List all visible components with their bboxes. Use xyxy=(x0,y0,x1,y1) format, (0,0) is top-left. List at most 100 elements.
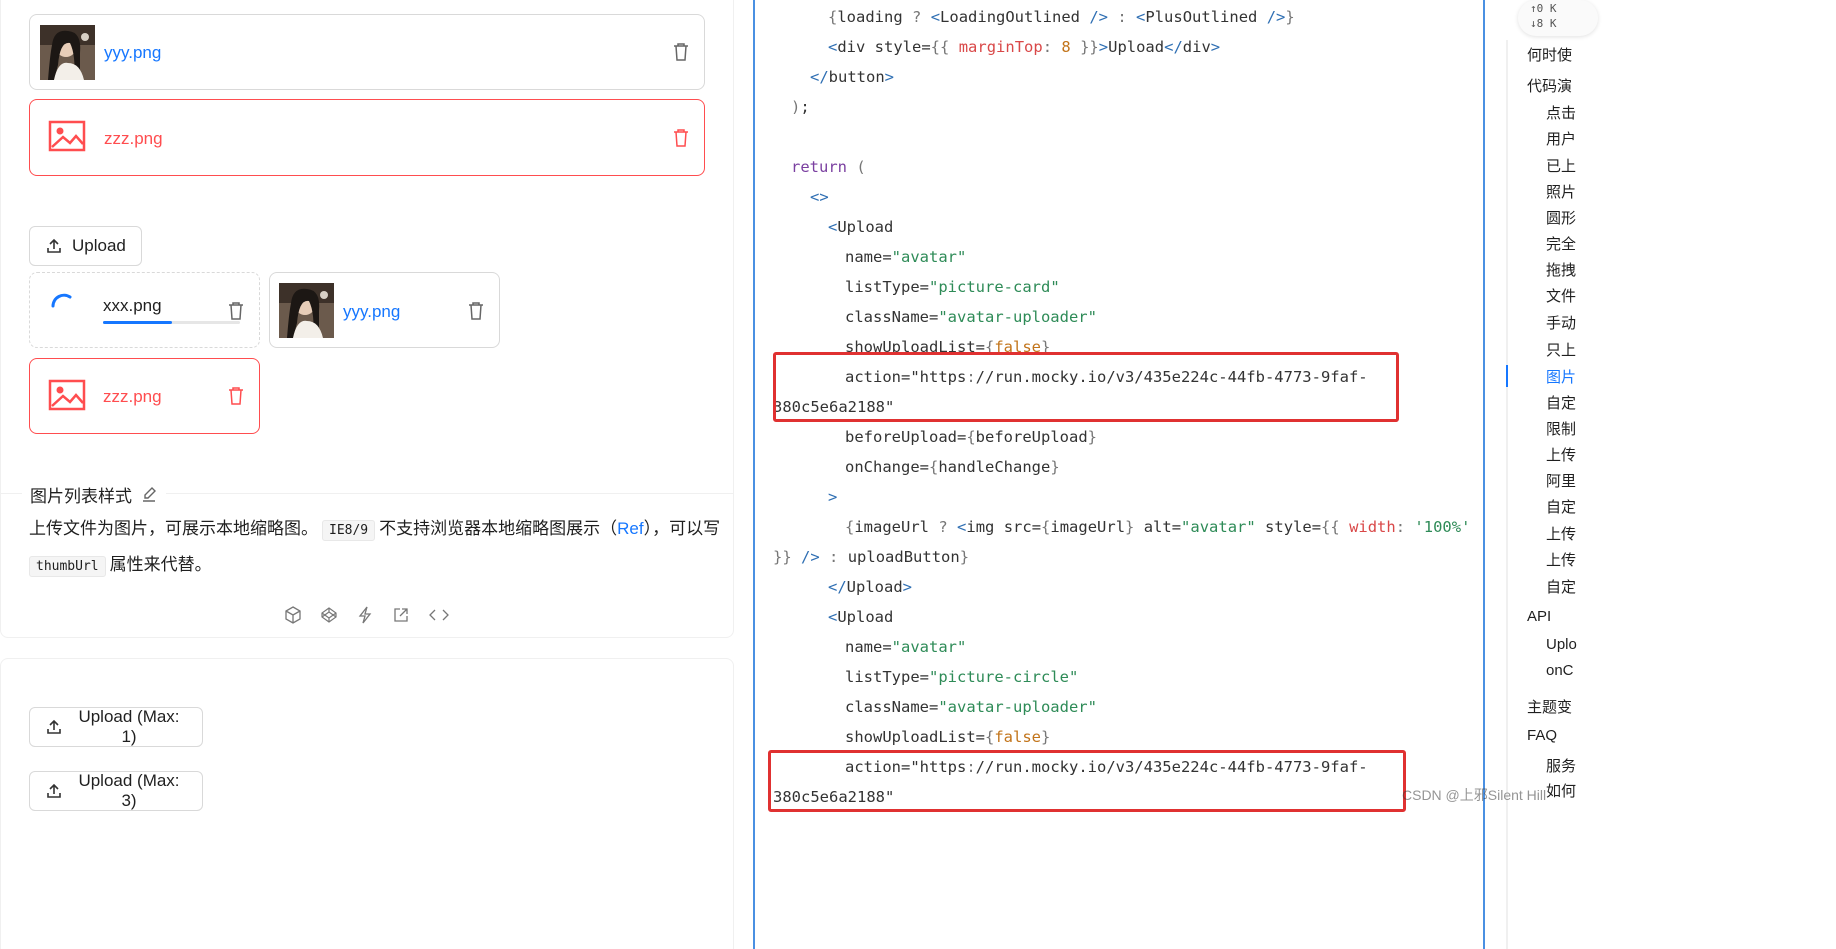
code-line: showUploadList={false} xyxy=(845,728,1051,746)
highlight-box xyxy=(773,352,1399,422)
upload-card-item-done: yyy.png xyxy=(269,272,500,348)
code-line: className="avatar-uploader" xyxy=(845,308,1097,326)
code-line: <Upload xyxy=(828,218,894,236)
anchor-nav-item[interactable]: 手动 xyxy=(1546,312,1576,333)
code-line: listType="picture-circle" xyxy=(845,668,1079,686)
anchor-active-indicator xyxy=(1506,365,1508,387)
demo-column: yyy.png zzz.png Upload xxx.png yyy.png z… xyxy=(0,0,740,949)
code-line: name="avatar" xyxy=(845,248,967,266)
progress-fill xyxy=(103,321,172,324)
anchor-nav-item[interactable]: 上传 xyxy=(1546,549,1576,570)
code-line: className="avatar-uploader" xyxy=(845,698,1097,716)
image-thumbnail[interactable] xyxy=(40,25,95,80)
desc-code: thumbUrl xyxy=(29,556,106,577)
desc-code: IE8/9 xyxy=(322,520,376,541)
ref-link[interactable]: Ref xyxy=(617,519,643,538)
anchor-nav-item[interactable]: Uplo xyxy=(1546,636,1577,653)
code-line: <> xyxy=(810,188,829,206)
anchor-nav: 何时使 代码演 点击 用户 已上 照片 圆形 完全 拖拽 文件 手动 只上 图片 自定 限制 上传 阿里 自定 上传… xyxy=(1506,0,1836,949)
watermark: CSDN @上邪Silent Hill xyxy=(1402,787,1547,803)
anchor-nav-item[interactable]: 代码演 xyxy=(1527,75,1572,96)
anchor-nav-item[interactable]: 主题变 xyxy=(1527,696,1572,717)
code-line: <Upload xyxy=(828,608,894,626)
upload-card-item-error: zzz.png xyxy=(29,358,260,434)
anchor-nav-item[interactable]: 何时使 xyxy=(1527,44,1572,65)
file-name-link[interactable]: yyy.png xyxy=(343,302,400,322)
anchor-nav-item[interactable]: 自定 xyxy=(1546,496,1576,517)
code-line: > xyxy=(828,488,838,506)
anchor-nav-item[interactable]: 已上 xyxy=(1546,155,1576,176)
anchor-rail xyxy=(1506,40,1508,949)
file-name-link[interactable]: zzz.png xyxy=(103,387,162,407)
desc-text: 上传文件为图片，可展示本地缩略图。 xyxy=(29,519,318,538)
section-title-text: 图片列表样式 xyxy=(30,487,132,506)
upload-max-1-button[interactable]: Upload (Max: 1) xyxy=(29,707,203,747)
anchor-nav-item[interactable]: 上传 xyxy=(1546,523,1576,544)
upload-button[interactable]: Upload xyxy=(29,226,142,266)
code-icon[interactable] xyxy=(428,606,449,624)
stackblitz-icon[interactable] xyxy=(356,606,374,624)
anchor-nav-item[interactable]: 限制 xyxy=(1546,418,1576,439)
anchor-nav-item[interactable]: 自定 xyxy=(1546,576,1576,597)
code-line: </Upload> xyxy=(828,578,913,596)
anchor-nav-item[interactable]: 自定 xyxy=(1546,392,1576,413)
edit-icon[interactable] xyxy=(140,486,158,504)
upload-max-3-button[interactable]: Upload (Max: 3) xyxy=(29,771,203,811)
image-thumbnail[interactable] xyxy=(279,283,334,338)
anchor-nav-item[interactable]: 拖拽 xyxy=(1546,259,1576,280)
codepen-icon[interactable] xyxy=(320,606,338,624)
delete-icon[interactable] xyxy=(227,301,247,323)
desc-text: 不支持浏览器本地缩略图展示（ xyxy=(379,519,618,538)
open-external-icon[interactable] xyxy=(392,606,410,624)
code-line: {imageUrl ? <img src={imageUrl} alt="ava… xyxy=(845,518,1471,536)
code-line: {loading ? <LoadingOutlined /> : <PlusOu… xyxy=(828,8,1295,26)
anchor-nav-item[interactable]: 文件 xyxy=(1546,285,1576,306)
anchor-nav-item[interactable]: 只上 xyxy=(1546,339,1576,360)
loading-icon xyxy=(48,291,78,321)
upload-icon xyxy=(47,783,61,798)
upload-list-item-error: zzz.png xyxy=(29,99,705,176)
anchor-nav-item[interactable]: 图片 xyxy=(1546,366,1576,387)
picture-icon xyxy=(48,120,88,156)
anchor-nav-item[interactable]: 上传 xyxy=(1546,444,1576,465)
progress-track xyxy=(103,321,240,324)
delete-icon[interactable] xyxy=(672,128,692,150)
upload-icon xyxy=(47,719,61,734)
anchor-nav-item[interactable]: API xyxy=(1527,608,1551,625)
anchor-nav-item[interactable]: FAQ xyxy=(1527,727,1557,744)
code-line: <div style={{ marginTop: 8 }}>Upload</di… xyxy=(828,38,1221,56)
anchor-nav-item[interactable]: 如何 xyxy=(1546,780,1576,801)
code-line: return ( xyxy=(791,158,866,176)
code-line: ); xyxy=(791,98,810,116)
codesandbox-icon[interactable] xyxy=(284,606,302,624)
code-panel: {loading ? <LoadingOutlined /> : <PlusOu… xyxy=(753,0,1485,949)
anchor-nav-item[interactable]: 阿里 xyxy=(1546,470,1576,491)
upload-max-1-label: Upload (Max: 1) xyxy=(78,707,180,746)
desc-text: 属性来代替。 xyxy=(109,555,212,574)
anchor-nav-item[interactable]: 完全 xyxy=(1546,233,1576,254)
file-name-link[interactable]: zzz.png xyxy=(104,129,163,149)
anchor-nav-item[interactable]: onC xyxy=(1546,662,1574,679)
upload-button-label: Upload xyxy=(72,236,126,255)
file-name: xxx.png xyxy=(103,296,162,315)
anchor-nav-item[interactable]: 照片 xyxy=(1546,181,1576,202)
demo-actions xyxy=(284,606,449,624)
highlight-box xyxy=(768,750,1406,812)
upload-icon xyxy=(47,238,61,253)
section-title: 图片列表样式 xyxy=(22,482,166,507)
delete-icon[interactable] xyxy=(672,42,692,64)
delete-icon[interactable] xyxy=(227,386,247,408)
file-name-link[interactable]: yyy.png xyxy=(104,43,161,63)
code-line: onChange={handleChange} xyxy=(845,458,1060,476)
code-line: beforeUpload={beforeUpload} xyxy=(845,428,1097,446)
anchor-nav-item[interactable]: 服务 xyxy=(1546,755,1576,776)
delete-icon[interactable] xyxy=(467,301,487,323)
upload-list-item-done: yyy.png xyxy=(29,14,705,90)
code-line: </button> xyxy=(810,68,895,86)
anchor-nav-item[interactable]: 圆形 xyxy=(1546,207,1576,228)
anchor-nav-item[interactable]: 用户 xyxy=(1546,128,1576,149)
picture-icon xyxy=(48,379,88,415)
upload-card-item-uploading: xxx.png xyxy=(29,272,260,348)
anchor-nav-item[interactable]: 点击 xyxy=(1546,102,1576,123)
upload-max-3-label: Upload (Max: 3) xyxy=(78,771,180,810)
